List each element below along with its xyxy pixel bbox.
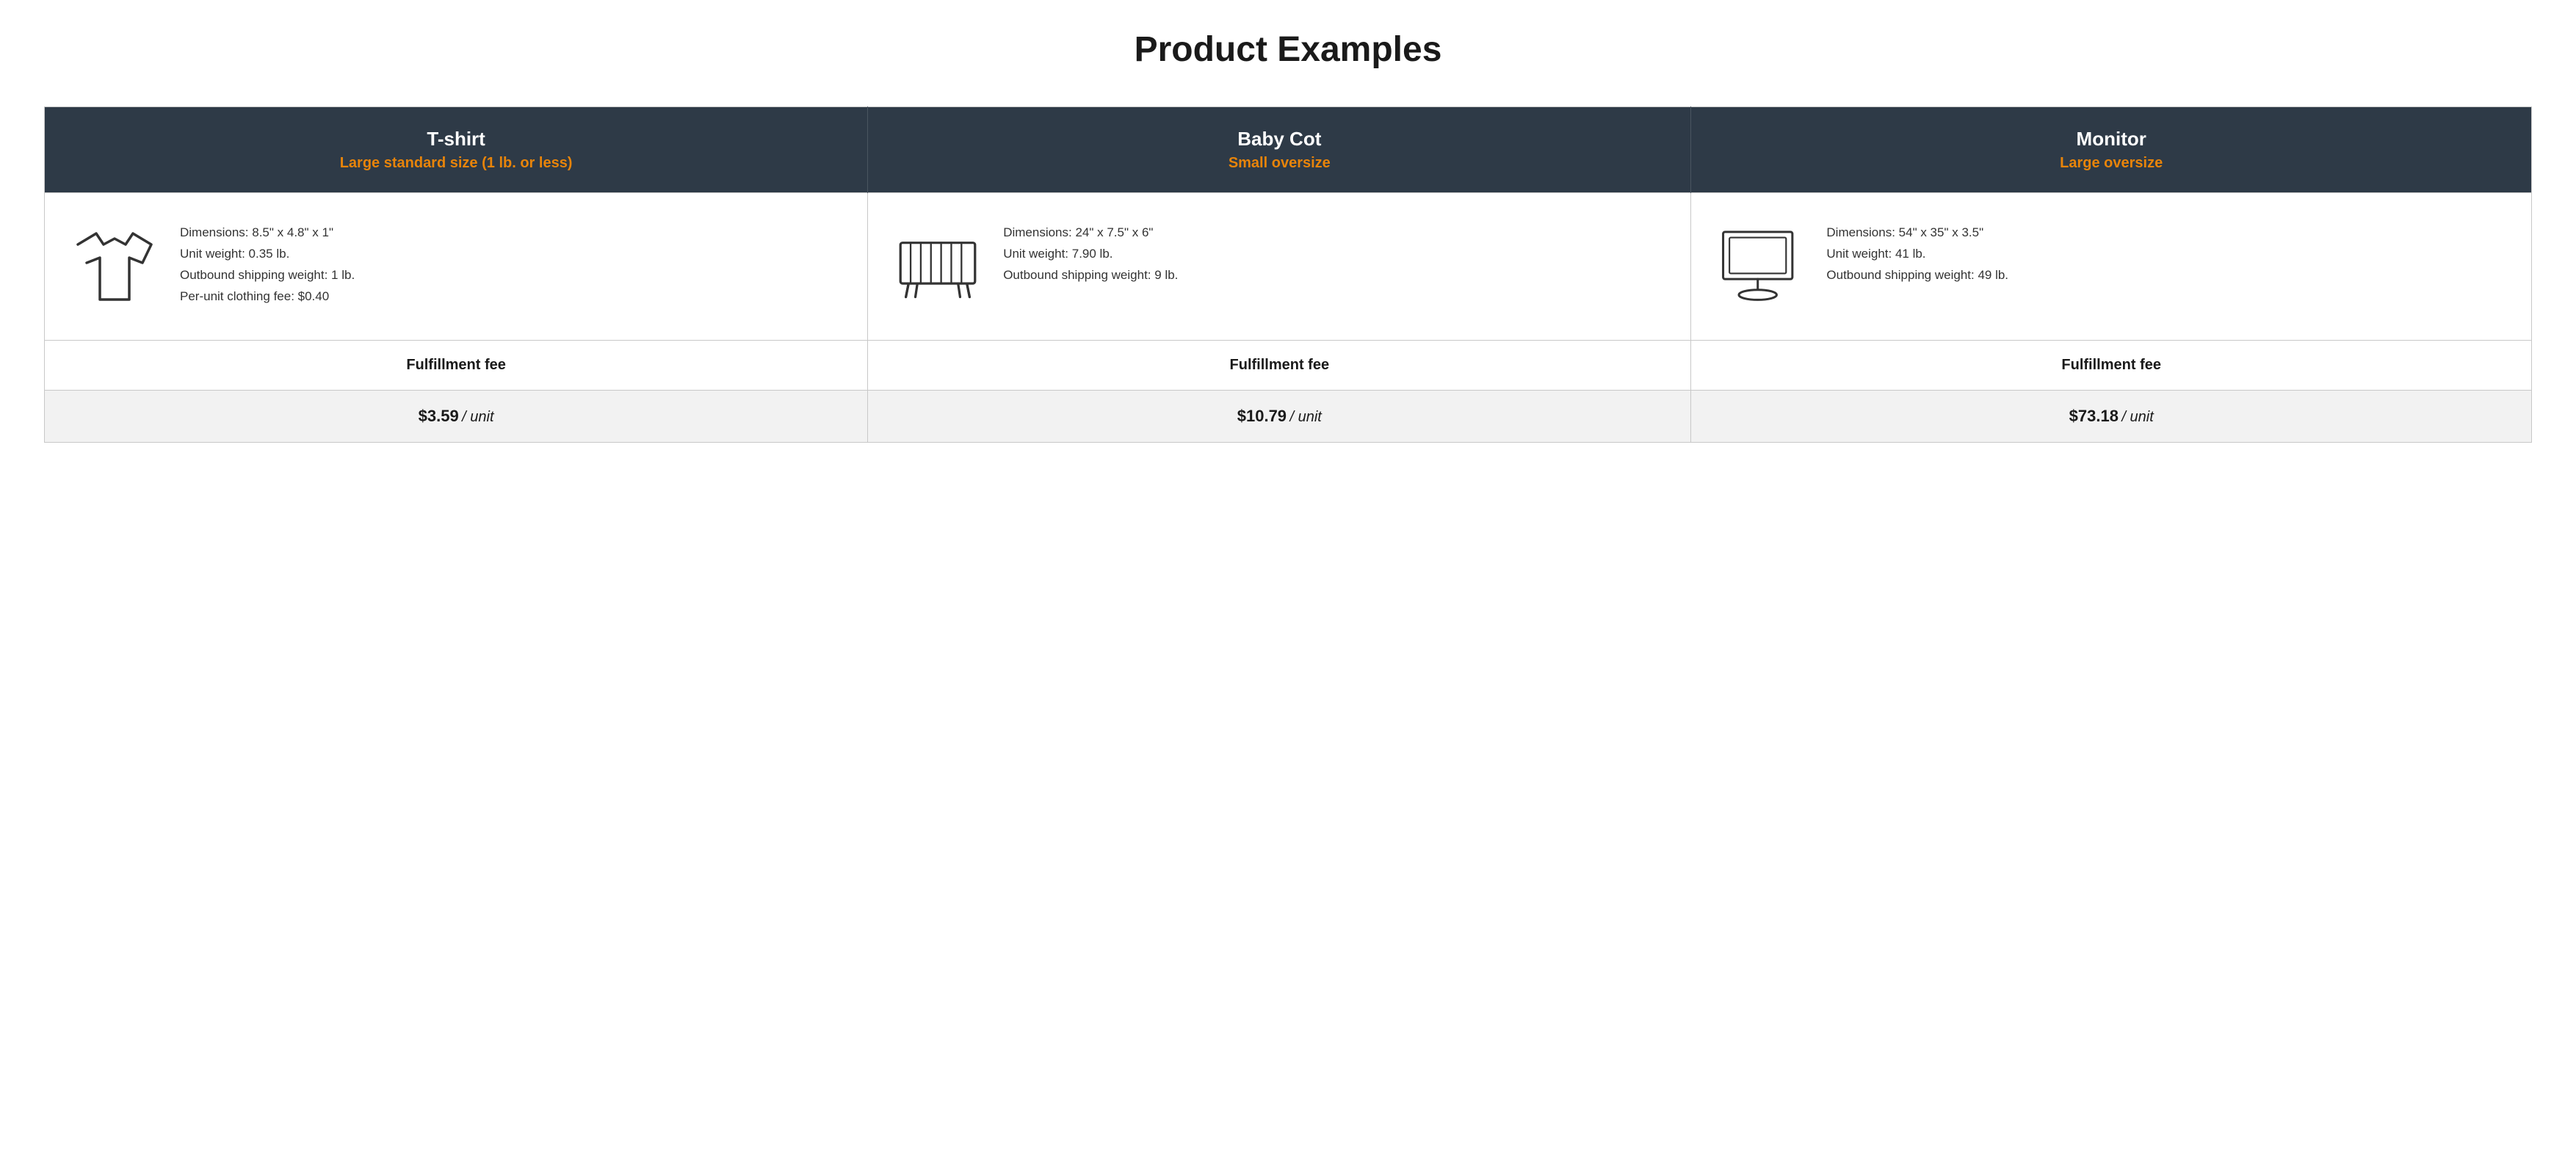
babycot-weight: Unit weight: 7.90 lb.	[1003, 244, 1178, 265]
babycot-shipping: Outbound shipping weight: 9 lb.	[1003, 265, 1178, 286]
tshirt-fee: Per-unit clothing fee: $0.40	[180, 286, 355, 308]
tshirt-price-unit: / unit	[462, 409, 493, 425]
babycot-price-unit: / unit	[1290, 409, 1322, 425]
tshirt-weight: Unit weight: 0.35 lb.	[180, 244, 355, 265]
header-cell-monitor: Monitor Large oversize	[1691, 107, 2532, 193]
header-cell-babycot: Baby Cot Small oversize	[868, 107, 1691, 193]
tshirt-details-text: Dimensions: 8.5" x 4.8" x 1" Unit weight…	[180, 222, 355, 308]
header-row: T-shirt Large standard size (1 lb. or le…	[45, 107, 2532, 193]
fulfillment-price-row: $3.59 / unit $10.79 / unit $73.18 / unit	[45, 391, 2532, 443]
babycot-details-cell: Dimensions: 24" x 7.5" x 6" Unit weight:…	[868, 193, 1691, 341]
babycot-fulfillment-label: Fulfillment fee	[868, 341, 1691, 391]
monitor-shipping: Outbound shipping weight: 49 lb.	[1826, 265, 2008, 286]
tshirt-shipping: Outbound shipping weight: 1 lb.	[180, 265, 355, 286]
product-table: T-shirt Large standard size (1 lb. or le…	[44, 106, 2532, 443]
tshirt-dimensions: Dimensions: 8.5" x 4.8" x 1"	[180, 222, 355, 244]
monitor-price-unit: / unit	[2121, 409, 2153, 425]
babycot-name: Baby Cot	[890, 128, 1668, 151]
babycot-details-text: Dimensions: 24" x 7.5" x 6" Unit weight:…	[1003, 222, 1178, 286]
monitor-price: $73.18	[2069, 407, 2119, 425]
monitor-weight: Unit weight: 41 lb.	[1826, 244, 2008, 265]
tshirt-fulfillment-label: Fulfillment fee	[45, 341, 868, 391]
monitor-details-cell: Dimensions: 54" x 35" x 3.5" Unit weight…	[1691, 193, 2532, 341]
babycot-size: Small oversize	[890, 155, 1668, 172]
tshirt-price: $3.59	[419, 407, 459, 425]
monitor-fulfillment-price-cell: $73.18 / unit	[1691, 391, 2532, 443]
monitor-fulfillment-label: Fulfillment fee	[1691, 341, 2532, 391]
tshirt-name: T-shirt	[67, 128, 845, 151]
monitor-name: Monitor	[1713, 128, 2509, 151]
fulfillment-label-row: Fulfillment fee Fulfillment fee Fulfillm…	[45, 341, 2532, 391]
babycot-dimensions: Dimensions: 24" x 7.5" x 6"	[1003, 222, 1178, 244]
tshirt-icon	[67, 222, 162, 311]
details-row: Dimensions: 8.5" x 4.8" x 1" Unit weight…	[45, 193, 2532, 341]
tshirt-details-cell: Dimensions: 8.5" x 4.8" x 1" Unit weight…	[45, 193, 868, 341]
tshirt-fulfillment-price-cell: $3.59 / unit	[45, 391, 868, 443]
header-cell-tshirt: T-shirt Large standard size (1 lb. or le…	[45, 107, 868, 193]
page-title: Product Examples	[44, 29, 2532, 70]
monitor-icon	[1713, 222, 1809, 311]
tshirt-size: Large standard size (1 lb. or less)	[67, 155, 845, 172]
monitor-details-text: Dimensions: 54" x 35" x 3.5" Unit weight…	[1826, 222, 2008, 286]
monitor-dimensions: Dimensions: 54" x 35" x 3.5"	[1826, 222, 2008, 244]
babycot-fulfillment-price-cell: $10.79 / unit	[868, 391, 1691, 443]
babycot-price: $10.79	[1237, 407, 1287, 425]
babycot-icon	[890, 222, 985, 311]
monitor-size: Large oversize	[1713, 155, 2509, 172]
